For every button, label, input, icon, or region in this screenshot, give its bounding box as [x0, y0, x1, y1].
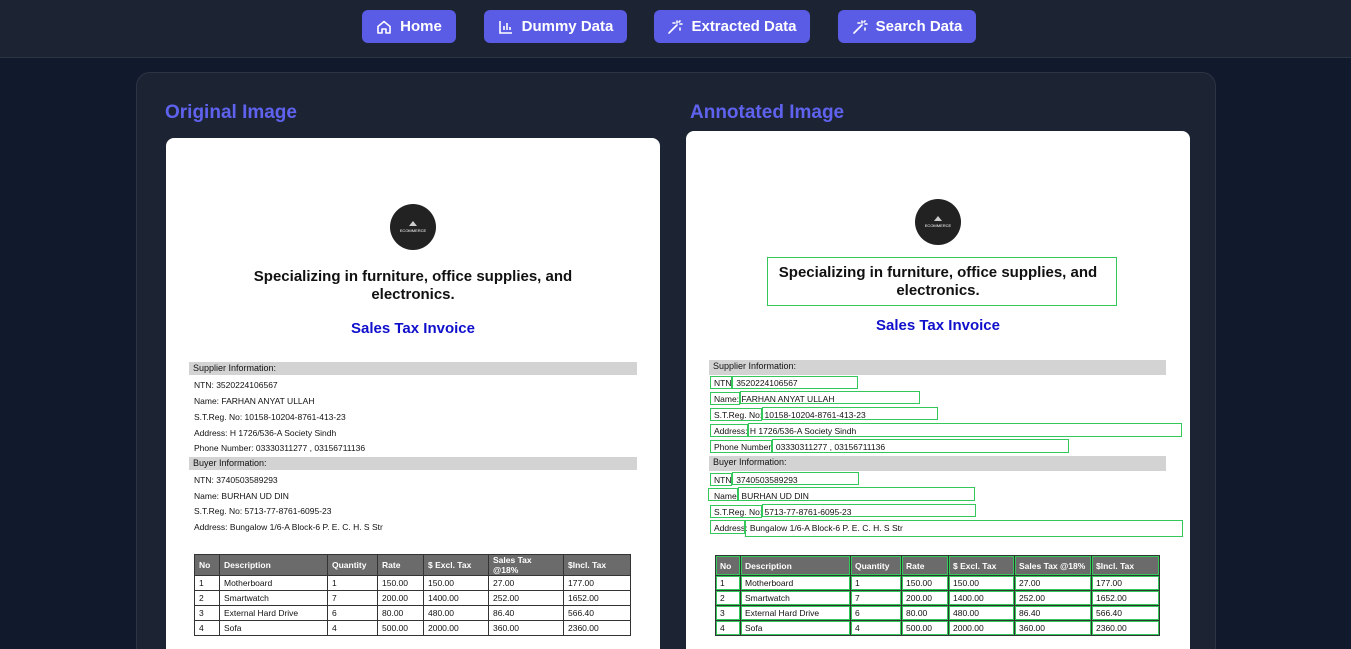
- home-button[interactable]: Home: [362, 10, 456, 43]
- annotation-box: [772, 439, 1069, 453]
- company-tagline: Specializing in furniture, office suppli…: [253, 268, 573, 303]
- supplier-streg: S.T.Reg. No: 10158-10204-8761-413-23: [194, 412, 346, 422]
- dummy-data-button[interactable]: Dummy Data: [484, 10, 627, 43]
- table-row: 2 Smartwatch 7 200.00 1400.00 252.00 1652.00: [194, 590, 631, 606]
- dummy-data-label: Dummy Data: [521, 18, 614, 35]
- annotation-box: [762, 504, 976, 517]
- top-nav-bar: Home Dummy Data Extracted Data Search Da…: [0, 0, 1351, 58]
- annotation-box: [708, 488, 738, 501]
- annotation-box: [710, 408, 762, 421]
- table-row: 2 Smartwatch 7 200.00 1400.00 252.00 1652.00: [715, 590, 1160, 606]
- supplier-name: Name: FARHAN ANYAT ULLAH: [194, 396, 315, 406]
- table-header-row: No Description Quantity Rate $ Excl. Tax…: [194, 554, 631, 576]
- supplier-header: Supplier Information:: [709, 360, 1166, 375]
- buyer-header: Buyer Information:: [189, 457, 637, 470]
- company-tagline: Specializing in furniture, office suppli…: [778, 264, 1098, 299]
- table-row: 4 Sofa 4 500.00 2000.00 360.00 2360.00: [715, 620, 1160, 636]
- annotation-box: [710, 520, 745, 534]
- annotation-box: [710, 505, 762, 518]
- supplier-address: Address: H 1726/536-A Society Sindh: [194, 428, 337, 438]
- table-row: 1 Motherboard 1 150.00 150.00 27.00 177.00: [194, 575, 631, 591]
- items-table: No Description Quantity Rate $ Excl. Tax…: [715, 555, 1160, 636]
- home-label: Home: [400, 18, 442, 35]
- original-image-title: Original Image: [165, 102, 297, 123]
- annotation-box: [748, 423, 1182, 437]
- table-row: 4 Sofa 4 500.00 2000.00 360.00 2360.00: [194, 620, 631, 636]
- table-row: 3 External Hard Drive 6 80.00 480.00 86.40 566…: [194, 605, 631, 621]
- search-data-button[interactable]: Search Data: [838, 10, 976, 43]
- company-logo: ECOMMERCE: [390, 204, 436, 250]
- supplier-header: Supplier Information:: [189, 362, 637, 375]
- annotation-box: [710, 376, 732, 389]
- bar-chart-icon: [498, 20, 512, 34]
- invoice-title: Sales Tax Invoice: [351, 320, 475, 337]
- buyer-name: Name: BURHAN UD DIN: [194, 491, 289, 501]
- annotation-box: [710, 424, 748, 437]
- table-row: 1 Motherboard 1 150.00 150.00 27.00 177.00: [715, 575, 1160, 591]
- supplier-ntn: NTN: 3520224106567: [194, 380, 278, 390]
- magic-wand-icon: [852, 19, 868, 34]
- annotation-box: [710, 440, 772, 453]
- original-invoice-image: ECOMMERCE Specializing in furniture, off…: [166, 138, 660, 649]
- home-icon: [377, 20, 391, 34]
- annotation-box: [710, 392, 740, 405]
- annotated-invoice-image: ECOMMERCE Specializing in furniture, off…: [686, 131, 1190, 649]
- annotation-box: [710, 473, 732, 486]
- table-row: 3 External Hard Drive 6 80.00 480.00 86.40 566…: [715, 605, 1160, 621]
- annotation-box: [738, 487, 975, 501]
- invoice-title: Sales Tax Invoice: [876, 317, 1000, 334]
- company-logo: ECOMMERCE: [915, 199, 961, 245]
- annotation-box: [732, 376, 858, 389]
- annotation-box: [732, 472, 859, 485]
- extracted-data-button[interactable]: Extracted Data: [654, 10, 810, 43]
- buyer-header: Buyer Information:: [709, 456, 1166, 471]
- search-data-label: Search Data: [875, 18, 963, 35]
- annotation-box: [740, 391, 920, 404]
- extracted-data-label: Extracted Data: [691, 18, 797, 35]
- annotation-box: [745, 520, 1183, 537]
- items-table: No Description Quantity Rate $ Excl. Tax…: [194, 554, 631, 636]
- supplier-phone: Phone Number: 03330311277 , 03156711136: [194, 443, 366, 453]
- buyer-ntn: NTN: 3740503589293: [194, 475, 278, 485]
- annotated-image-title: Annotated Image: [690, 102, 845, 123]
- table-header-row: No Description Quantity Rate $ Excl. Tax…: [715, 555, 1160, 576]
- magic-wand-icon: [668, 19, 684, 34]
- annotation-box: [762, 407, 938, 420]
- buyer-streg: S.T.Reg. No: 5713-77-8761-6095-23: [194, 506, 332, 516]
- buyer-address: Address: Bungalow 1/6-A Block-6 P. E. C.…: [194, 522, 383, 532]
